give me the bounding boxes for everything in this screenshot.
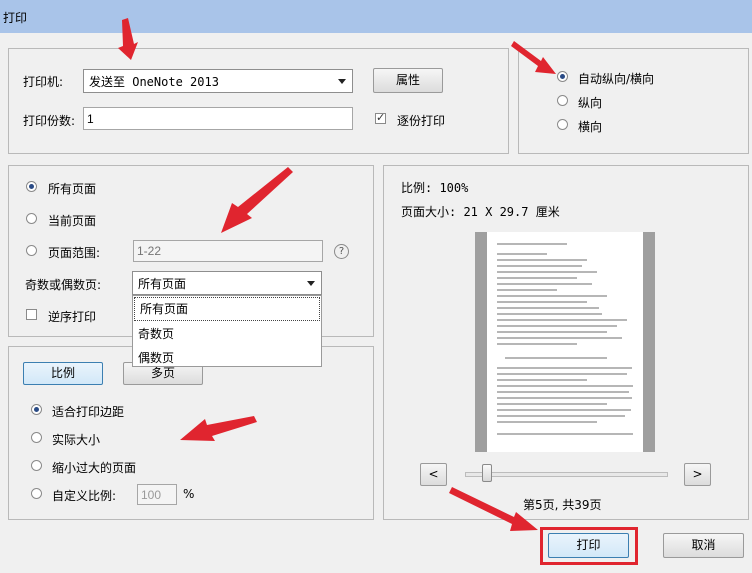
print-button-label: 打印	[576, 538, 601, 552]
chevron-down-icon	[307, 281, 315, 286]
scale-actual-label: 实际大小	[52, 433, 101, 447]
page-preview	[475, 232, 655, 452]
print-button[interactable]: 打印	[548, 533, 629, 558]
help-icon[interactable]: ?	[334, 244, 349, 259]
printer-label: 打印机:	[23, 75, 64, 89]
range-pages-radio[interactable]	[26, 245, 37, 256]
scale-shrink-label: 缩小过大的页面	[52, 461, 137, 475]
odd-even-dropdown-list: 所有页面 奇数页 偶数页	[132, 295, 322, 367]
orientation-landscape-label: 横向	[578, 120, 603, 134]
custom-scale-unit: %	[183, 487, 195, 501]
page-preview-sheet	[487, 232, 643, 452]
collate-checkbox[interactable]	[375, 111, 386, 124]
page-slider-thumb[interactable]	[482, 464, 492, 482]
odd-even-select[interactable]: 所有页面	[132, 271, 322, 295]
printer-select-value: 发送至 OneNote 2013	[89, 75, 219, 89]
orientation-portrait-label: 纵向	[578, 96, 603, 110]
odd-even-select-value: 所有页面	[138, 277, 187, 291]
reverse-checkbox[interactable]	[26, 309, 37, 320]
next-page-label: >	[692, 467, 703, 481]
window-title: 打印	[3, 11, 28, 25]
scale-actual-radio[interactable]	[31, 432, 42, 443]
cancel-button-label: 取消	[691, 538, 716, 552]
scale-shrink-radio[interactable]	[31, 460, 42, 471]
prev-page-button[interactable]: <	[420, 463, 447, 486]
reverse-label: 逆序打印	[48, 310, 97, 324]
cancel-button[interactable]: 取消	[663, 533, 744, 558]
range-current-radio[interactable]	[26, 213, 37, 224]
copies-input[interactable]	[83, 107, 353, 130]
dropdown-option-even[interactable]: 偶数页	[133, 346, 321, 370]
chevron-down-icon	[338, 79, 346, 84]
scale-custom-label: 自定义比例:	[52, 489, 117, 503]
next-page-button[interactable]: >	[684, 463, 711, 486]
dropdown-option-odd[interactable]: 奇数页	[133, 322, 321, 346]
title-bar: 打印	[0, 0, 752, 33]
properties-button-label: 属性	[395, 73, 420, 87]
preview-scale-text: 比例: 100%	[401, 181, 469, 195]
orientation-landscape-radio[interactable]	[557, 119, 568, 130]
collate-label: 逐份打印	[397, 114, 446, 128]
page-status-text: 第5页, 共39页	[523, 498, 602, 512]
page-thumbnail	[497, 243, 633, 435]
odd-even-label: 奇数或偶数页:	[25, 278, 102, 292]
scale-fit-radio[interactable]	[31, 404, 42, 415]
orientation-portrait-radio[interactable]	[557, 95, 568, 106]
tab-scale-label: 比例	[50, 366, 75, 380]
scale-custom-radio[interactable]	[31, 488, 42, 499]
orientation-group	[518, 48, 749, 154]
scale-fit-label: 适合打印边距	[52, 405, 125, 419]
copies-label: 打印份数:	[23, 114, 76, 128]
orientation-auto-label: 自动纵向/横向	[578, 72, 655, 86]
properties-button[interactable]: 属性	[373, 68, 443, 93]
range-current-label: 当前页面	[48, 214, 97, 228]
preview-page-size-text: 页面大小: 21 X 29.7 厘米	[401, 205, 560, 219]
range-all-radio[interactable]	[26, 181, 37, 192]
range-pages-label: 页面范围:	[48, 246, 101, 260]
custom-scale-input[interactable]	[137, 484, 177, 505]
printer-group	[8, 48, 509, 154]
page-slider-track[interactable]	[465, 472, 668, 477]
page-range-input[interactable]	[133, 240, 323, 262]
orientation-auto-radio[interactable]	[557, 71, 568, 82]
range-all-label: 所有页面	[48, 182, 97, 196]
prev-page-label: <	[428, 467, 439, 481]
dropdown-option-all[interactable]: 所有页面	[134, 297, 320, 321]
tab-scale[interactable]: 比例	[23, 362, 103, 385]
printer-select[interactable]: 发送至 OneNote 2013	[83, 69, 353, 93]
